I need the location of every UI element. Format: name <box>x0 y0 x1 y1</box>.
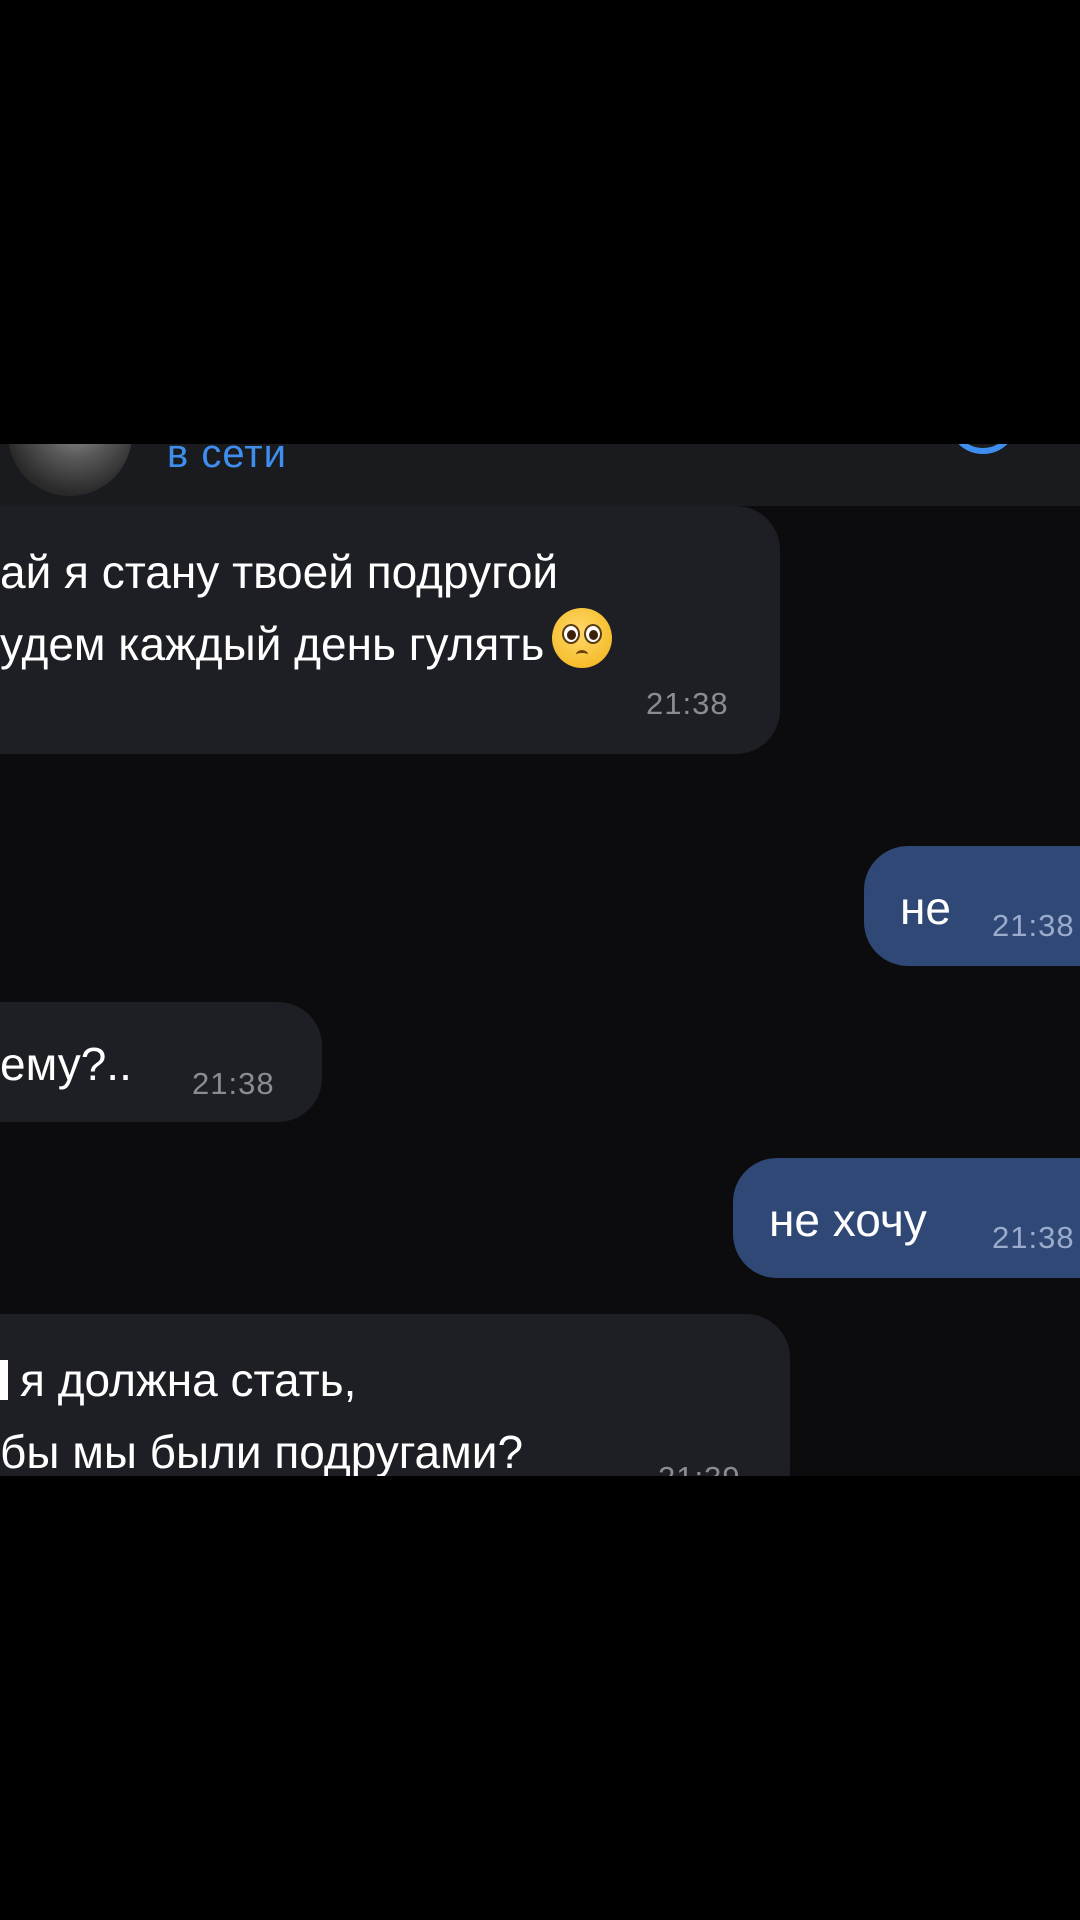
message-text-line: я должна стать, <box>20 1354 357 1406</box>
message-text: не хочу <box>769 1194 927 1246</box>
message-text-line: удем каждый день гулять <box>0 618 545 670</box>
message-time: 21:38 <box>992 908 1075 943</box>
message-list: ай я стану твоей подругой удем каждый де… <box>0 506 1080 1476</box>
chat-screen: в сети ай я стану твоей подругой удем ка… <box>0 444 1080 1476</box>
message-text: ай я стану твоей подругой <box>0 546 559 598</box>
online-status: в сети <box>167 444 287 476</box>
message-time: 21:39 <box>658 1462 741 1476</box>
message-bubble-incoming[interactable]: ай я стану твоей подругой удем каждый де… <box>0 506 780 754</box>
avatar[interactable] <box>8 444 132 496</box>
message-text: не <box>900 882 951 934</box>
message-time: 21:38 <box>192 1066 275 1101</box>
letterbox-bottom <box>0 1476 1080 1920</box>
pleading-face-emoji-icon <box>552 608 613 668</box>
chat-header: в сети <box>0 444 1080 506</box>
message-time: 21:38 <box>646 686 729 721</box>
message-bubble-outgoing[interactable]: не хочу 21:38 <box>733 1158 1080 1278</box>
message-text: удем каждый день гулять <box>0 608 780 680</box>
message-text: я должна стать, <box>0 1344 790 1416</box>
message-time: 21:38 <box>992 1220 1075 1255</box>
message-bubble-incoming[interactable]: я должна стать, бы мы были подругами? 21… <box>0 1314 790 1476</box>
message-text: ему?.. <box>0 1038 132 1090</box>
message-bubble-outgoing[interactable]: не 21:38 <box>864 846 1080 966</box>
message-bubble-incoming[interactable]: ему?.. 21:38 <box>0 1002 322 1122</box>
letterbox-top <box>0 0 1080 444</box>
call-icon[interactable] <box>948 444 1018 454</box>
